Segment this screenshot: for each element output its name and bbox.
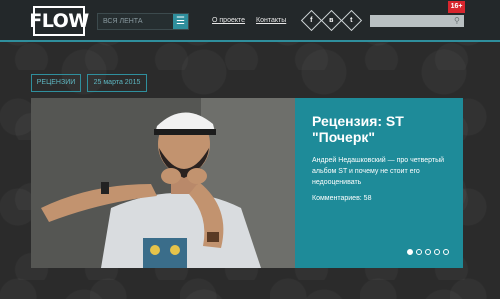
age-rating-badge: 16+: [448, 1, 465, 13]
facebook-icon[interactable]: f: [300, 9, 323, 32]
slider-pagination: [407, 249, 449, 255]
flow-logo[interactable]: FLOW: [29, 6, 89, 36]
slider-dot[interactable]: [407, 249, 413, 255]
portrait-illustration: [31, 98, 295, 268]
hamburger-icon[interactable]: ☰: [173, 14, 188, 29]
vk-icon[interactable]: в: [320, 9, 343, 32]
top-header: FLOW ВСЯ ЛЕНТА ☰ О проекте Контакты f в …: [0, 0, 500, 42]
article-panel[interactable]: Рецензия: ST "Почерк" Андрей Недашковски…: [295, 98, 463, 268]
category-tag[interactable]: РЕЦЕНЗИИ: [31, 74, 81, 92]
slider-dot[interactable]: [425, 249, 431, 255]
slider-dot[interactable]: [434, 249, 440, 255]
date-tag: 25 марта 2015: [87, 74, 147, 92]
search-icon[interactable]: ⚲: [454, 16, 460, 25]
article-title[interactable]: Рецензия: ST "Почерк": [312, 113, 457, 145]
search-input[interactable]: [370, 15, 464, 27]
slider-dot[interactable]: [443, 249, 449, 255]
comments-count[interactable]: Комментариев: 58: [312, 195, 371, 202]
nav-about-link[interactable]: О проекте: [212, 17, 245, 24]
slider-dot[interactable]: [416, 249, 422, 255]
nav-contacts-link[interactable]: Контакты: [256, 17, 286, 24]
twitter-icon[interactable]: t: [340, 9, 363, 32]
article-hero-image[interactable]: [31, 98, 295, 268]
article-description: Андрей Недашковский — про четвертый альб…: [312, 157, 445, 186]
